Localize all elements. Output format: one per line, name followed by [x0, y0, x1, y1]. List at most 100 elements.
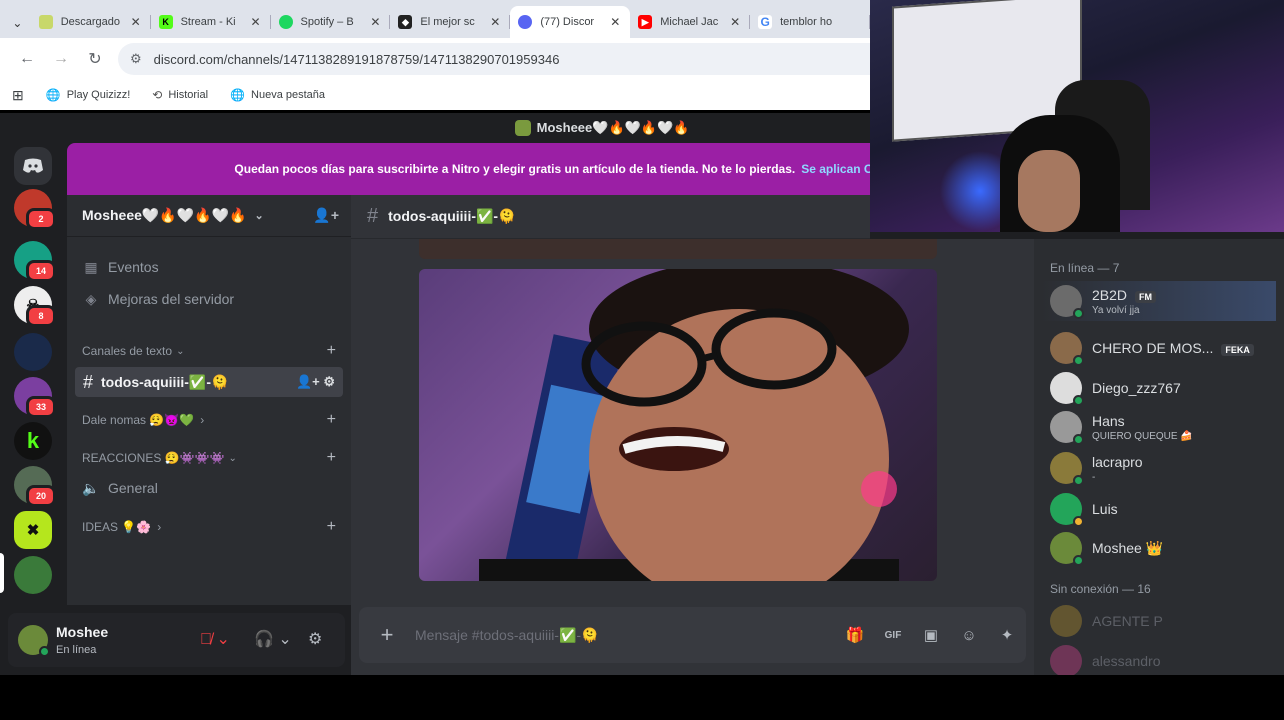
bookmark-play-quizizz[interactable]: 🌐 Play Quizizz!	[46, 88, 131, 102]
clan-tag: FM	[1135, 290, 1157, 303]
member-item[interactable]: Luis	[1042, 489, 1276, 529]
browser-tab[interactable]: ▶ Michael Jac ✕	[630, 6, 751, 38]
bookmarks-bar: ⊞ 🌐 Play Quizizz! ⟲ Historial 🌐 Nueva pe…	[0, 80, 870, 110]
bookmark-nueva-pestana[interactable]: 🌐 Nueva pestaña	[230, 88, 325, 102]
url-input[interactable]: ⚙ discord.com/channels/14711382891918787…	[118, 43, 870, 75]
server-icon[interactable]: ☠8	[14, 286, 56, 327]
avatar	[1050, 605, 1082, 637]
boosts-label: Mejoras del servidor	[108, 291, 235, 307]
browser-tab[interactable]: Spotify – B ✕	[271, 6, 391, 38]
close-icon[interactable]: ✕	[129, 15, 143, 29]
member-item[interactable]: CHERO DE MOS... FEKA	[1042, 328, 1276, 368]
member-item[interactable]: Diego_zzz767	[1042, 368, 1276, 408]
member-item[interactable]: Hans QUIERO QUEQUE 🍰	[1042, 407, 1276, 447]
close-icon[interactable]: ✕	[728, 15, 742, 29]
server-icon[interactable]: 20	[14, 466, 56, 507]
back-icon[interactable]: ←	[10, 50, 44, 68]
apps-icon[interactable]: ✦	[988, 626, 1026, 644]
member-item[interactable]: 2B2D FM Ya volví jja	[1042, 281, 1276, 321]
url-text: discord.com/channels/1471138289191878759…	[153, 51, 560, 67]
tab-search-icon[interactable]: ⌄	[4, 8, 31, 38]
chevron-right-icon: ›	[200, 413, 205, 427]
add-channel-icon[interactable]: +	[327, 342, 336, 360]
server-name-header[interactable]: Mosheee🤍🔥🤍🔥🤍🔥 ⌄ 👤+	[67, 195, 351, 237]
server-icon[interactable]: 33	[14, 377, 56, 418]
server-icon[interactable]: 14	[14, 241, 56, 282]
browser-tab[interactable]: Descargado ✕	[31, 6, 151, 38]
letterbox-bar	[0, 675, 1284, 720]
browser-tab[interactable]: G temblor ho	[750, 6, 870, 38]
emoji-icon[interactable]: ☺	[950, 627, 988, 644]
online-status-icon	[1073, 355, 1084, 366]
server-icon-selected[interactable]	[14, 556, 52, 594]
banner-text: Quedan pocos días para suscribirte a Nit…	[234, 162, 796, 176]
discord-home-icon[interactable]	[14, 147, 52, 185]
close-icon[interactable]: ✕	[368, 15, 382, 29]
voice-channel-general[interactable]: 🔈 General	[82, 477, 158, 499]
image-attachment[interactable]	[419, 269, 937, 581]
history-icon: ⟲	[152, 88, 163, 102]
browser-tab-active[interactable]: (77) Discor ✕	[510, 6, 631, 38]
user-status: En línea	[56, 644, 97, 656]
server-icon[interactable]: k	[14, 422, 52, 460]
reload-icon[interactable]: ↻	[78, 49, 112, 69]
sticker-icon[interactable]: ▣	[912, 626, 950, 644]
category-reacciones[interactable]: REACCIONES 😮‍💨👾👾👾 ⌄ +	[82, 449, 336, 467]
headphones-icon[interactable]: 🎧 ⌄	[254, 629, 292, 649]
online-status-icon	[1073, 308, 1084, 319]
close-icon[interactable]: ✕	[488, 15, 502, 29]
gif-icon[interactable]: GIF	[874, 630, 912, 641]
tab-title: temblor ho	[780, 16, 833, 28]
server-avatar	[514, 120, 531, 136]
member-item-offline[interactable]: AGENTE P	[1042, 601, 1276, 641]
tab-title: Stream - Ki	[180, 16, 236, 28]
add-channel-icon[interactable]: +	[327, 518, 336, 536]
mention-badge: 2	[26, 208, 56, 230]
channel-sidebar: Mosheee🤍🔥🤍🔥🤍🔥 ⌄ 👤+ ▦ Eventos ◈ Mejoras d…	[67, 195, 351, 605]
previous-image-attachment[interactable]	[419, 239, 937, 259]
apps-icon[interactable]: ⊞	[12, 87, 24, 104]
events-item[interactable]: ▦ Eventos	[82, 256, 159, 278]
member-item[interactable]: lacrapro -	[1042, 448, 1276, 488]
browser-tab[interactable]: K Stream - Ki ✕	[151, 6, 271, 38]
attach-plus-icon[interactable]: +	[359, 622, 415, 648]
mention-badge: 8	[26, 305, 56, 327]
user-name: Moshee	[56, 624, 109, 640]
bookmark-historial[interactable]: ⟲ Historial	[152, 88, 208, 102]
bookmark-label: Nueva pestaña	[251, 89, 326, 101]
category-text-channels[interactable]: Canales de texto ⌄ +	[82, 342, 336, 360]
banner-link[interactable]: Se aplican C	[801, 162, 870, 176]
member-item[interactable]: Moshee 👑	[1042, 528, 1276, 568]
site-settings-icon[interactable]: ⚙	[130, 51, 142, 67]
channel-todos-aquiiii[interactable]: # todos-aquiiii-✅-🫠 👤+ ⚙	[75, 367, 343, 397]
add-channel-icon[interactable]: +	[327, 449, 336, 467]
idle-status-icon	[1073, 516, 1084, 527]
calendar-icon: ▦	[84, 258, 98, 275]
category-ideas[interactable]: IDEAS 💡🌸 › +	[82, 518, 336, 536]
gear-icon[interactable]: ⚙	[308, 629, 322, 649]
browser-tab[interactable]: ◆ El mejor sc ✕	[390, 6, 511, 38]
forward-icon[interactable]: →	[44, 50, 78, 68]
invite-icon[interactable]: 👤+	[313, 207, 339, 224]
events-label: Eventos	[108, 259, 159, 275]
message-input[interactable]: Mensaje #todos-aquiiii-✅-🫠	[415, 627, 836, 644]
tab-favicon	[38, 15, 53, 29]
mention-badge: 33	[26, 396, 56, 418]
online-status-icon	[1073, 434, 1084, 445]
mic-muted-icon[interactable]: 🎙̸ ⌄	[200, 629, 230, 649]
boosts-item[interactable]: ◈ Mejoras del servidor	[82, 288, 234, 310]
address-bar: ← → ↻ ⚙ discord.com/channels/14711382891…	[0, 38, 870, 80]
gift-icon[interactable]: 🎁	[836, 626, 874, 644]
close-icon[interactable]: ✕	[608, 15, 622, 29]
message-composer: + Mensaje #todos-aquiiii-✅-🫠 🎁 GIF ▣ ☺ ✦	[359, 607, 1026, 663]
category-dale-nomas[interactable]: Dale nomas 😮‍💨👿💚 › +	[82, 411, 336, 429]
tab-title: Descargado	[60, 16, 121, 28]
server-icon[interactable]: ✖	[14, 511, 52, 549]
close-icon[interactable]: ✕	[249, 15, 263, 29]
window-title-text: Mosheee🤍🔥🤍🔥🤍🔥	[536, 120, 690, 135]
server-icon[interactable]	[14, 333, 52, 371]
add-channel-icon[interactable]: +	[327, 411, 336, 429]
channel-settings-icon[interactable]: 👤+ ⚙	[296, 374, 335, 390]
server-icon[interactable]: 2	[14, 189, 56, 230]
member-name: lacrapro	[1092, 453, 1143, 470]
